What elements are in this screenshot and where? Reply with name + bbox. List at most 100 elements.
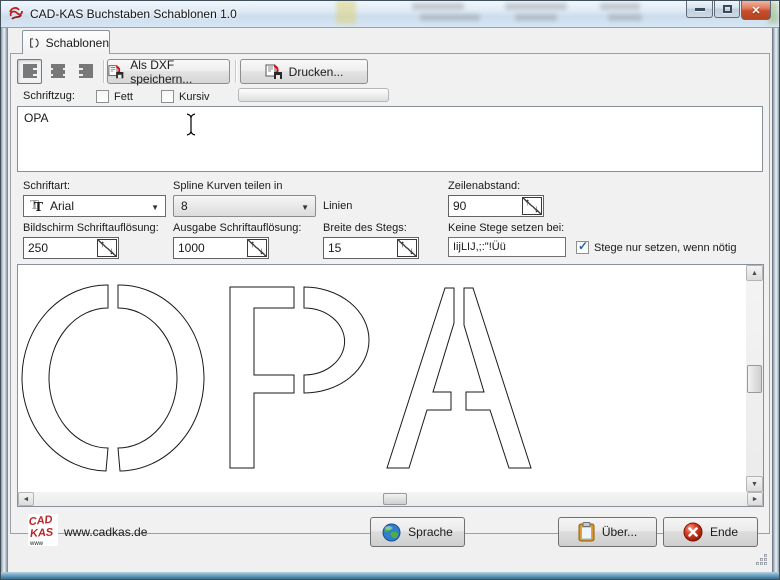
titlebar-reflection — [420, 14, 480, 21]
align-right-button[interactable] — [73, 59, 98, 84]
toolbar-separator — [235, 60, 236, 83]
stencil-preview: ▲ ▼ ◄ ► — [17, 264, 764, 507]
titlebar-reflection — [600, 3, 640, 10]
scroll-up-button[interactable]: ▲ — [746, 265, 763, 281]
stencil-icon — [29, 36, 41, 50]
website-link[interactable]: www.cadkas.de — [64, 525, 147, 539]
scroll-left-icon: ◄ — [23, 496, 30, 503]
fett-checkbox[interactable] — [96, 90, 109, 103]
svg-text:KAS: KAS — [30, 526, 55, 540]
kursiv-label[interactable]: Kursiv — [179, 91, 210, 103]
maximize-icon — [723, 5, 732, 13]
align-left-icon — [22, 64, 38, 79]
font-value: Arial — [50, 199, 74, 213]
spin-button[interactable]: ↑ ↓ — [397, 239, 417, 257]
cadkas-logo: CAD KAS www — [28, 514, 58, 546]
zeilenabstand-spinner[interactable]: 90 ↑ ↓ — [448, 195, 544, 217]
check-icon: ✓ — [578, 239, 588, 253]
window-title: CAD-KAS Buchstaben Schablonen 1.0 — [30, 7, 237, 21]
align-right-icon — [78, 64, 94, 79]
stencil-letter-O-left — [22, 285, 108, 471]
fett-label[interactable]: Fett — [114, 91, 133, 103]
chevron-down-icon: ▼ — [151, 203, 159, 212]
ueber-button[interactable]: Über... — [558, 517, 657, 547]
save-dxf-button[interactable]: Als DXF speichern... — [107, 59, 230, 84]
stencil-letter-O-right — [118, 285, 204, 471]
stencil-letter-A-left — [387, 288, 454, 468]
save-dxf-icon — [108, 64, 124, 80]
ende-label: Ende — [710, 525, 738, 539]
tab-page: Als DXF speichern... Drucken... Schriftz… — [10, 53, 770, 534]
stencil-letter-P-bowl — [304, 287, 369, 393]
kursiv-checkbox[interactable] — [161, 90, 174, 103]
exit-icon — [683, 522, 703, 542]
ausgabe-label: Ausgabe Schriftauflösung: — [173, 222, 301, 234]
breite-value: 15 — [328, 241, 341, 255]
ausgabe-value: 1000 — [178, 241, 205, 255]
vertical-scroll-thumb[interactable] — [747, 365, 762, 393]
application-window: CAD-KAS Buchstaben Schablonen 1.0 ✕ Scha… — [0, 0, 780, 580]
globe-icon — [382, 523, 401, 542]
sprache-label: Sprache — [408, 525, 453, 539]
spin-down-icon[interactable]: ↓ — [534, 204, 539, 215]
titlebar-reflection — [515, 14, 557, 21]
schriftzug-textarea[interactable]: OPA — [17, 106, 763, 172]
ueber-label: Über... — [602, 525, 637, 539]
font-select[interactable]: TT Arial ▼ — [23, 195, 166, 217]
sprache-button[interactable]: Sprache — [370, 517, 465, 547]
stege-checkbox[interactable]: ✓ — [576, 241, 589, 254]
spin-up-icon[interactable]: ↑ — [250, 239, 255, 250]
align-center-button[interactable] — [45, 59, 70, 84]
keine-stege-label: Keine Stege setzen bei: — [448, 222, 564, 234]
close-icon: ✕ — [751, 4, 760, 17]
stege-checkbox-label[interactable]: Stege nur setzen, wenn nötig — [594, 242, 736, 254]
ausgabe-spinner[interactable]: 1000 ↑ ↓ — [173, 237, 269, 259]
stencil-drawing — [18, 265, 746, 492]
scroll-down-button[interactable]: ▼ — [746, 476, 763, 492]
vertical-scrollbar[interactable]: ▲ ▼ — [746, 265, 763, 492]
linien-label: Linien — [323, 200, 352, 212]
spin-button[interactable]: ↑ ↓ — [97, 239, 117, 257]
ibeam-cursor — [185, 113, 197, 137]
spin-button[interactable]: ↑ ↓ — [247, 239, 267, 257]
horizontal-scrollbar[interactable]: ◄ ► — [18, 492, 763, 506]
ende-button[interactable]: Ende — [663, 517, 758, 547]
print-icon — [265, 64, 283, 80]
spline-value: 8 — [181, 199, 188, 213]
spin-down-icon[interactable]: ↓ — [259, 246, 264, 257]
scroll-left-button[interactable]: ◄ — [18, 492, 34, 506]
spline-select[interactable]: 8 ▼ — [173, 195, 316, 217]
spin-up-icon[interactable]: ↑ — [525, 197, 530, 208]
toolbar-separator — [103, 60, 104, 83]
scroll-up-icon: ▲ — [751, 270, 758, 277]
scroll-right-button[interactable]: ► — [747, 492, 763, 506]
align-center-icon — [50, 64, 66, 79]
spin-down-icon[interactable]: ↓ — [109, 246, 114, 257]
print-label: Drucken... — [289, 65, 344, 79]
spin-up-icon[interactable]: ↑ — [400, 239, 405, 250]
horizontal-scroll-thumb[interactable] — [383, 493, 407, 505]
tab-schablonen[interactable]: Schablonen — [22, 30, 110, 54]
minimize-button[interactable] — [686, 1, 713, 18]
titlebar[interactable]: CAD-KAS Buchstaben Schablonen 1.0 ✕ — [0, 0, 780, 28]
bildschirm-label: Bildschirm Schriftauflösung: — [23, 222, 159, 234]
titlebar-reflection — [336, 0, 356, 24]
truetype-icon: TT — [29, 199, 45, 213]
bildschirm-value: 250 — [28, 241, 48, 255]
schriftzug-label: Schriftzug: — [23, 90, 75, 102]
print-button[interactable]: Drucken... — [240, 59, 368, 84]
zeilenabstand-label: Zeilenabstand: — [448, 180, 520, 192]
close-button[interactable]: ✕ — [741, 1, 771, 20]
schriftart-label: Schriftart: — [23, 180, 70, 192]
spin-down-icon[interactable]: ↓ — [409, 246, 414, 257]
stencil-letter-A-right — [464, 288, 531, 468]
spin-button[interactable]: ↑ ↓ — [522, 197, 542, 215]
keine-stege-input[interactable]: IijLIJ,;:"!Üü — [448, 237, 566, 257]
breite-spinner[interactable]: 15 ↑ ↓ — [323, 237, 419, 259]
bildschirm-spinner[interactable]: 250 ↑ ↓ — [23, 237, 119, 259]
stencil-letter-P-stem — [230, 287, 294, 468]
maximize-button[interactable] — [714, 1, 740, 18]
spin-up-icon[interactable]: ↑ — [100, 239, 105, 250]
align-left-button[interactable] — [17, 59, 42, 84]
resize-grip[interactable] — [756, 554, 768, 566]
